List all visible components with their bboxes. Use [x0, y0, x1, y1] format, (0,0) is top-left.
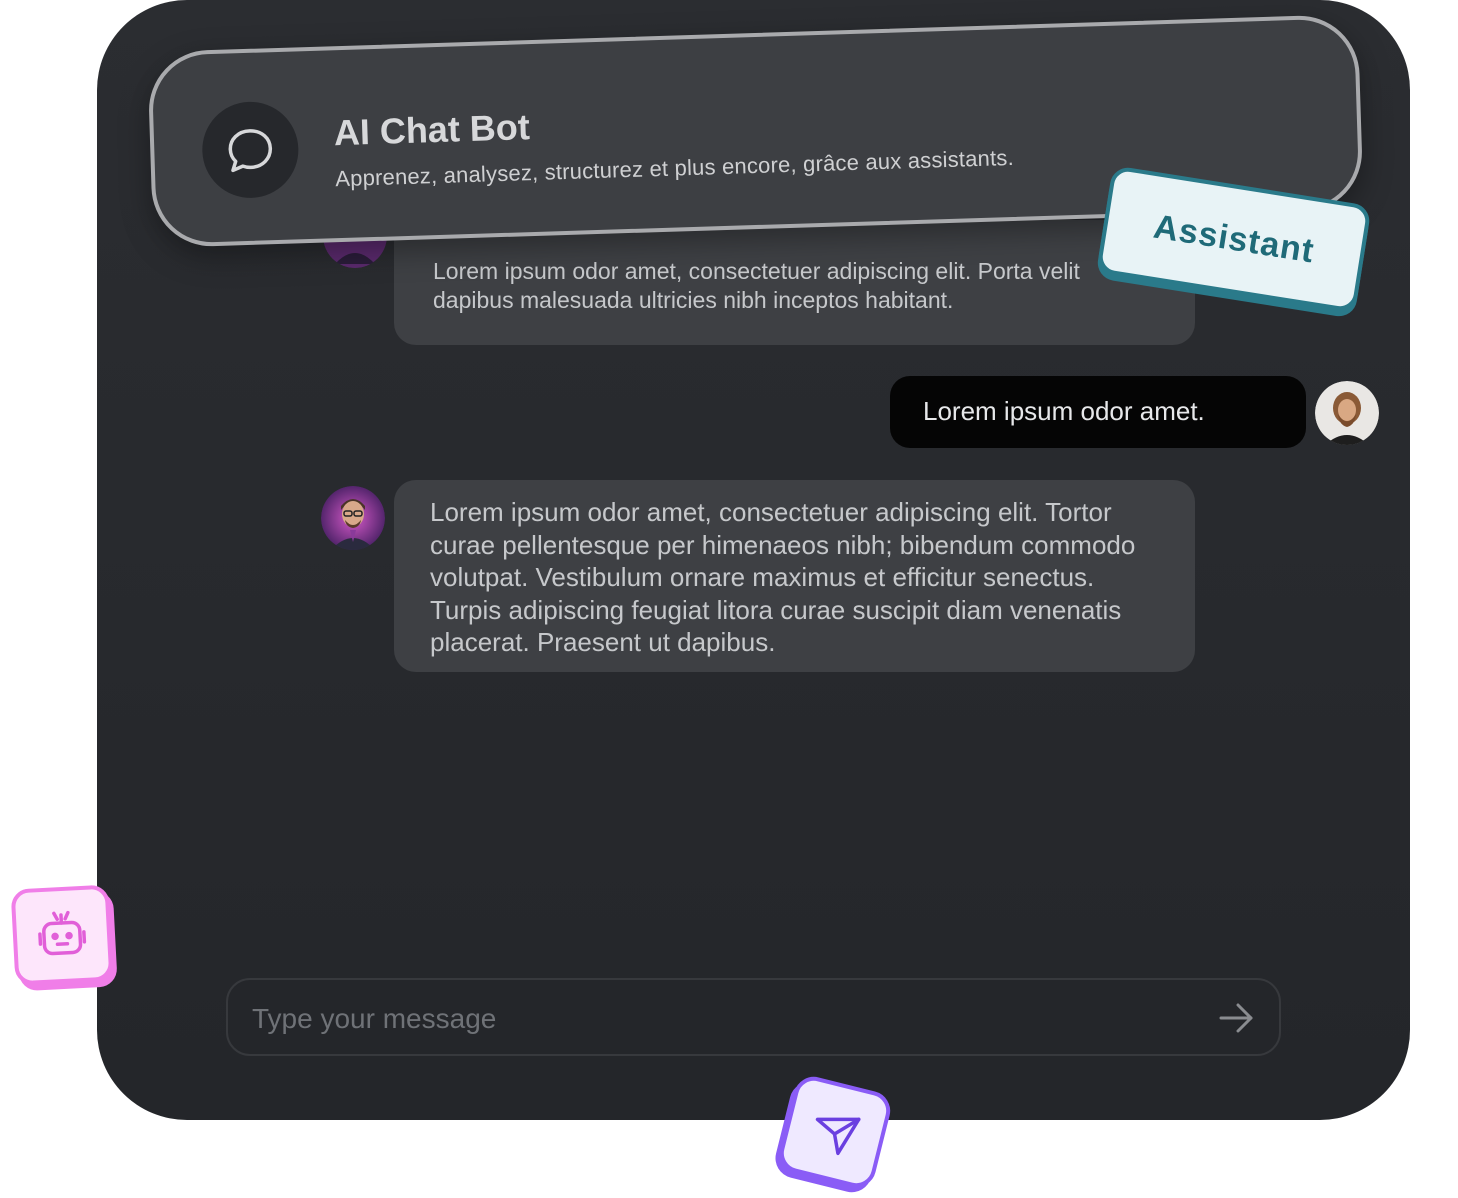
assistant-tag-label: Assistant	[1151, 207, 1318, 270]
message-composer	[226, 978, 1281, 1056]
bot-message: Lorem ipsum odor amet, consectetuer adip…	[394, 220, 1195, 345]
app-subtitle: Apprenez, analysez, structurez et plus e…	[334, 144, 1015, 192]
user-message: Lorem ipsum odor amet.	[890, 376, 1306, 448]
paper-plane-icon	[815, 1117, 861, 1156]
bot-message: Lorem ipsum odor amet, consectetuer adip…	[394, 480, 1195, 672]
bot-avatar	[321, 486, 385, 550]
user-avatar	[1315, 381, 1379, 445]
app-title: AI Chat Bot	[333, 106, 531, 154]
chat-bubble-icon	[200, 100, 300, 200]
message-input[interactable]	[250, 998, 1154, 1040]
arrow-right-icon[interactable]	[1218, 1002, 1254, 1039]
robot-badge	[10, 884, 114, 986]
robot-icon	[38, 910, 87, 956]
